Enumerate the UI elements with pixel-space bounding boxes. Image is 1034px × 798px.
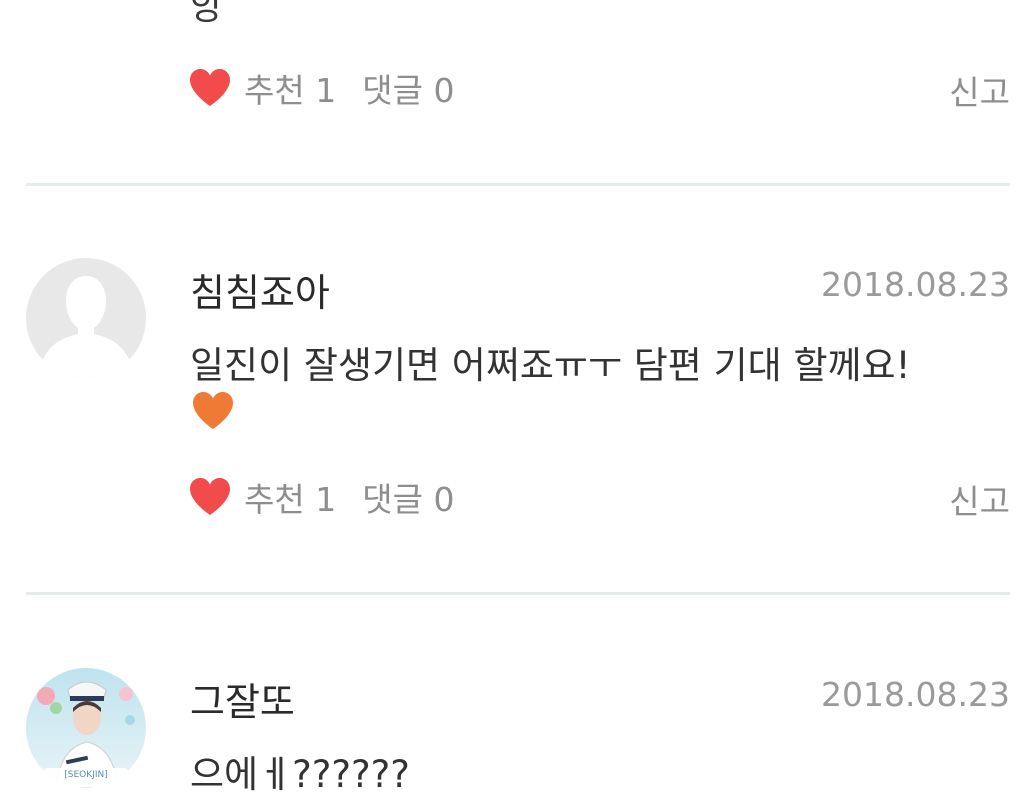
recommend-label: 추천 <box>244 480 305 519</box>
default-avatar-icon <box>26 258 146 378</box>
recommend-count: 1 <box>315 71 337 110</box>
comment-divider <box>26 183 1010 186</box>
reply-count: 0 <box>433 71 455 110</box>
recommend-label: 추천 <box>244 71 305 110</box>
reply-count: 0 <box>433 480 455 519</box>
like-heart-icon[interactable] <box>188 68 232 108</box>
avatar-caption: [SEOKJIN] <box>64 770 108 780</box>
comment-date: 2018.08.23 <box>821 265 1010 304</box>
orange-heart-icon <box>190 391 236 431</box>
report-button[interactable]: 신고 <box>949 475 1010 523</box>
comment-body: 일진이 잘생기면 어쩌죠ㅠㅜ 담편 기대 할께요! <box>190 344 911 387</box>
reply-label: 댓글 <box>362 480 423 519</box>
previous-comment-actions: 추천 1 댓글 0 <box>188 63 454 113</box>
comment-actions: 추천 1 댓글 0 <box>188 472 454 522</box>
comment-username[interactable]: 침침죠아 <box>190 262 330 317</box>
avatar[interactable]: [SEOKJIN] <box>26 668 146 788</box>
recommend-count: 1 <box>315 480 337 519</box>
reply-button[interactable]: 댓글 0 <box>362 473 454 521</box>
comment-body: 으에ㅔ?????? <box>190 753 410 796</box>
comment-divider <box>26 592 1010 595</box>
avatar[interactable] <box>26 258 146 378</box>
recommend-button[interactable]: 추천 1 <box>244 64 336 112</box>
previous-comment-text: 앙 <box>190 0 224 28</box>
comment-date: 2018.08.23 <box>821 675 1010 714</box>
reply-button[interactable]: 댓글 0 <box>362 64 454 112</box>
comment-username[interactable]: 그잘또 <box>190 671 295 726</box>
report-button[interactable]: 신고 <box>949 66 1010 114</box>
reply-label: 댓글 <box>362 71 423 110</box>
like-heart-icon[interactable] <box>188 477 232 517</box>
recommend-button[interactable]: 추천 1 <box>244 473 336 521</box>
